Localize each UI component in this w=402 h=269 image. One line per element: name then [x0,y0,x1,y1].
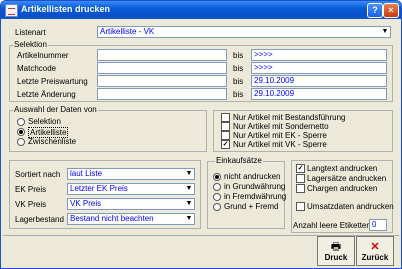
ek-grundwaehrung-label: in Grundwährung [224,182,286,191]
selektion-title: Selektion [13,40,48,49]
ek-grund-fremd-label: Grund + Fremd [224,202,279,211]
printer-icon: 🖶 [330,241,342,253]
ek-grund-fremd-radio[interactable] [213,203,221,211]
artikelnummer-label: Artikelnummer [17,51,69,60]
lagersaetze-label: Lagersätze andrucken [307,174,387,183]
filter-vk-sperre-label: Nur Artikel mit VK - Sperre [233,140,327,149]
sortiert-nach-value: laut Liste [70,169,103,178]
sortiert-nach-label: Sortiert nach [15,170,61,179]
vk-preis-label: VK Preis [15,200,47,209]
ek-fremdwaehrung-radio[interactable] [213,193,221,201]
bis-label: bis [233,90,244,99]
ek-fremdwaehrung-label: in Fremdwährung [224,192,287,201]
preiswartung-to-field[interactable]: 29.10.2009 [251,75,387,87]
aenderung-label: Letzte Änderung [17,90,76,99]
sortiert-nach-select[interactable]: laut Liste ▼ [67,168,195,180]
artikelnummer-to-field[interactable]: >>>> [251,49,387,61]
bis-label: bis [233,64,244,73]
matchcode-from-field[interactable] [97,62,227,74]
chevron-down-icon[interactable]: ▼ [184,184,194,194]
auswahl-selektion-radio[interactable] [17,118,25,126]
preiswartung-from-field[interactable] [97,75,227,87]
chevron-down-icon[interactable]: ▼ [380,27,390,37]
app-icon [5,4,18,17]
vk-preis-select[interactable]: VK Preis ▼ [67,198,195,210]
filter-vk-sperre-checkbox[interactable]: ✓ [221,140,230,149]
bis-label: bis [233,77,244,86]
auswahl-selektion-label: Selektion [28,117,61,126]
close-x-icon: ✕ [370,241,380,253]
matchcode-label: Matchcode [17,64,57,73]
help-button[interactable]: ? [367,3,383,18]
chevron-down-icon[interactable]: ▼ [184,214,194,224]
print-button[interactable]: 🖶 Druck [317,236,355,266]
auswahl-title: Auswahl der Daten von [13,105,98,114]
lagerbestand-label: Lagerbestand [15,215,64,224]
auswahl-zwischenliste-label: Zwischenliste [28,137,77,146]
chevron-down-icon[interactable]: ▼ [184,199,194,209]
auswahl-zwischenliste-radio[interactable] [17,138,25,146]
filter-bestandsfuehrung-checkbox[interactable] [221,113,230,122]
window-title: Artikellisten drucken [21,4,111,14]
vk-preis-value: VK Preis [70,199,102,208]
auswahl-artikelliste-radio[interactable] [17,128,25,136]
ek-preis-value: Letzter EK Preis [70,184,128,193]
aenderung-to-field[interactable]: 29.10.2009 [251,88,387,100]
lagerbestand-select[interactable]: Bestand nicht beachten ▼ [67,213,195,225]
listenart-value: Artikelliste - VK [100,27,155,36]
print-button-label: Druck [324,253,348,262]
ek-nicht-andrucken-radio[interactable] [213,173,221,181]
listenart-select[interactable]: Artikelliste - VK ▼ [97,26,391,38]
etiketten-label: Anzahl leere Etiketten [293,221,371,230]
umsatzdaten-label: Umsatzdaten andrucken [307,202,394,211]
back-button-label: Zurück [361,253,389,262]
matchcode-to-field[interactable]: >>>> [251,62,387,74]
langtext-label: Langtext andrucken [307,164,378,173]
umsatzdaten-checkbox[interactable] [296,202,305,211]
preiswartung-label: Letzte Preiswartung [17,77,88,86]
ek-nicht-andrucken-label: nicht andrucken [224,172,281,181]
filter-ek-sperre-label: Nur Artikel mit EK - Sperre [233,131,327,140]
title-bar: Artikellisten drucken ? × [1,1,401,19]
chevron-down-icon[interactable]: ▼ [184,169,194,179]
close-button[interactable]: × [383,3,399,18]
einkaufssaetze-title: Einkaufsätze [215,156,263,165]
ek-preis-select[interactable]: Letzter EK Preis ▼ [67,183,195,195]
listenart-label: Listenart [15,28,46,37]
lagersaetze-checkbox[interactable] [296,174,305,183]
bis-label: bis [233,51,244,60]
artikelnummer-from-field[interactable] [97,49,227,61]
back-button[interactable]: ✕ Zurück [356,236,394,266]
filter-sondernetto-checkbox[interactable] [221,122,230,131]
aenderung-from-field[interactable] [97,88,227,100]
filter-bestandsfuehrung-label: Nur Artikel mit Bestandsführung [233,113,346,122]
chargen-label: Chargen andrucken [307,184,378,193]
filter-ek-sperre-checkbox[interactable] [221,131,230,140]
dialog-window: Artikellisten drucken ? × Listenart Arti… [0,0,402,269]
filter-sondernetto-label: Nur Artikel mit Sondernetto [233,122,329,131]
ek-preis-label: EK Preis [15,185,47,194]
langtext-checkbox[interactable]: ✓ [296,164,305,173]
etiketten-field[interactable]: 0 [369,219,387,231]
lagerbestand-value: Bestand nicht beachten [70,214,154,223]
chargen-checkbox[interactable] [296,184,305,193]
ek-grundwaehrung-radio[interactable] [213,183,221,191]
